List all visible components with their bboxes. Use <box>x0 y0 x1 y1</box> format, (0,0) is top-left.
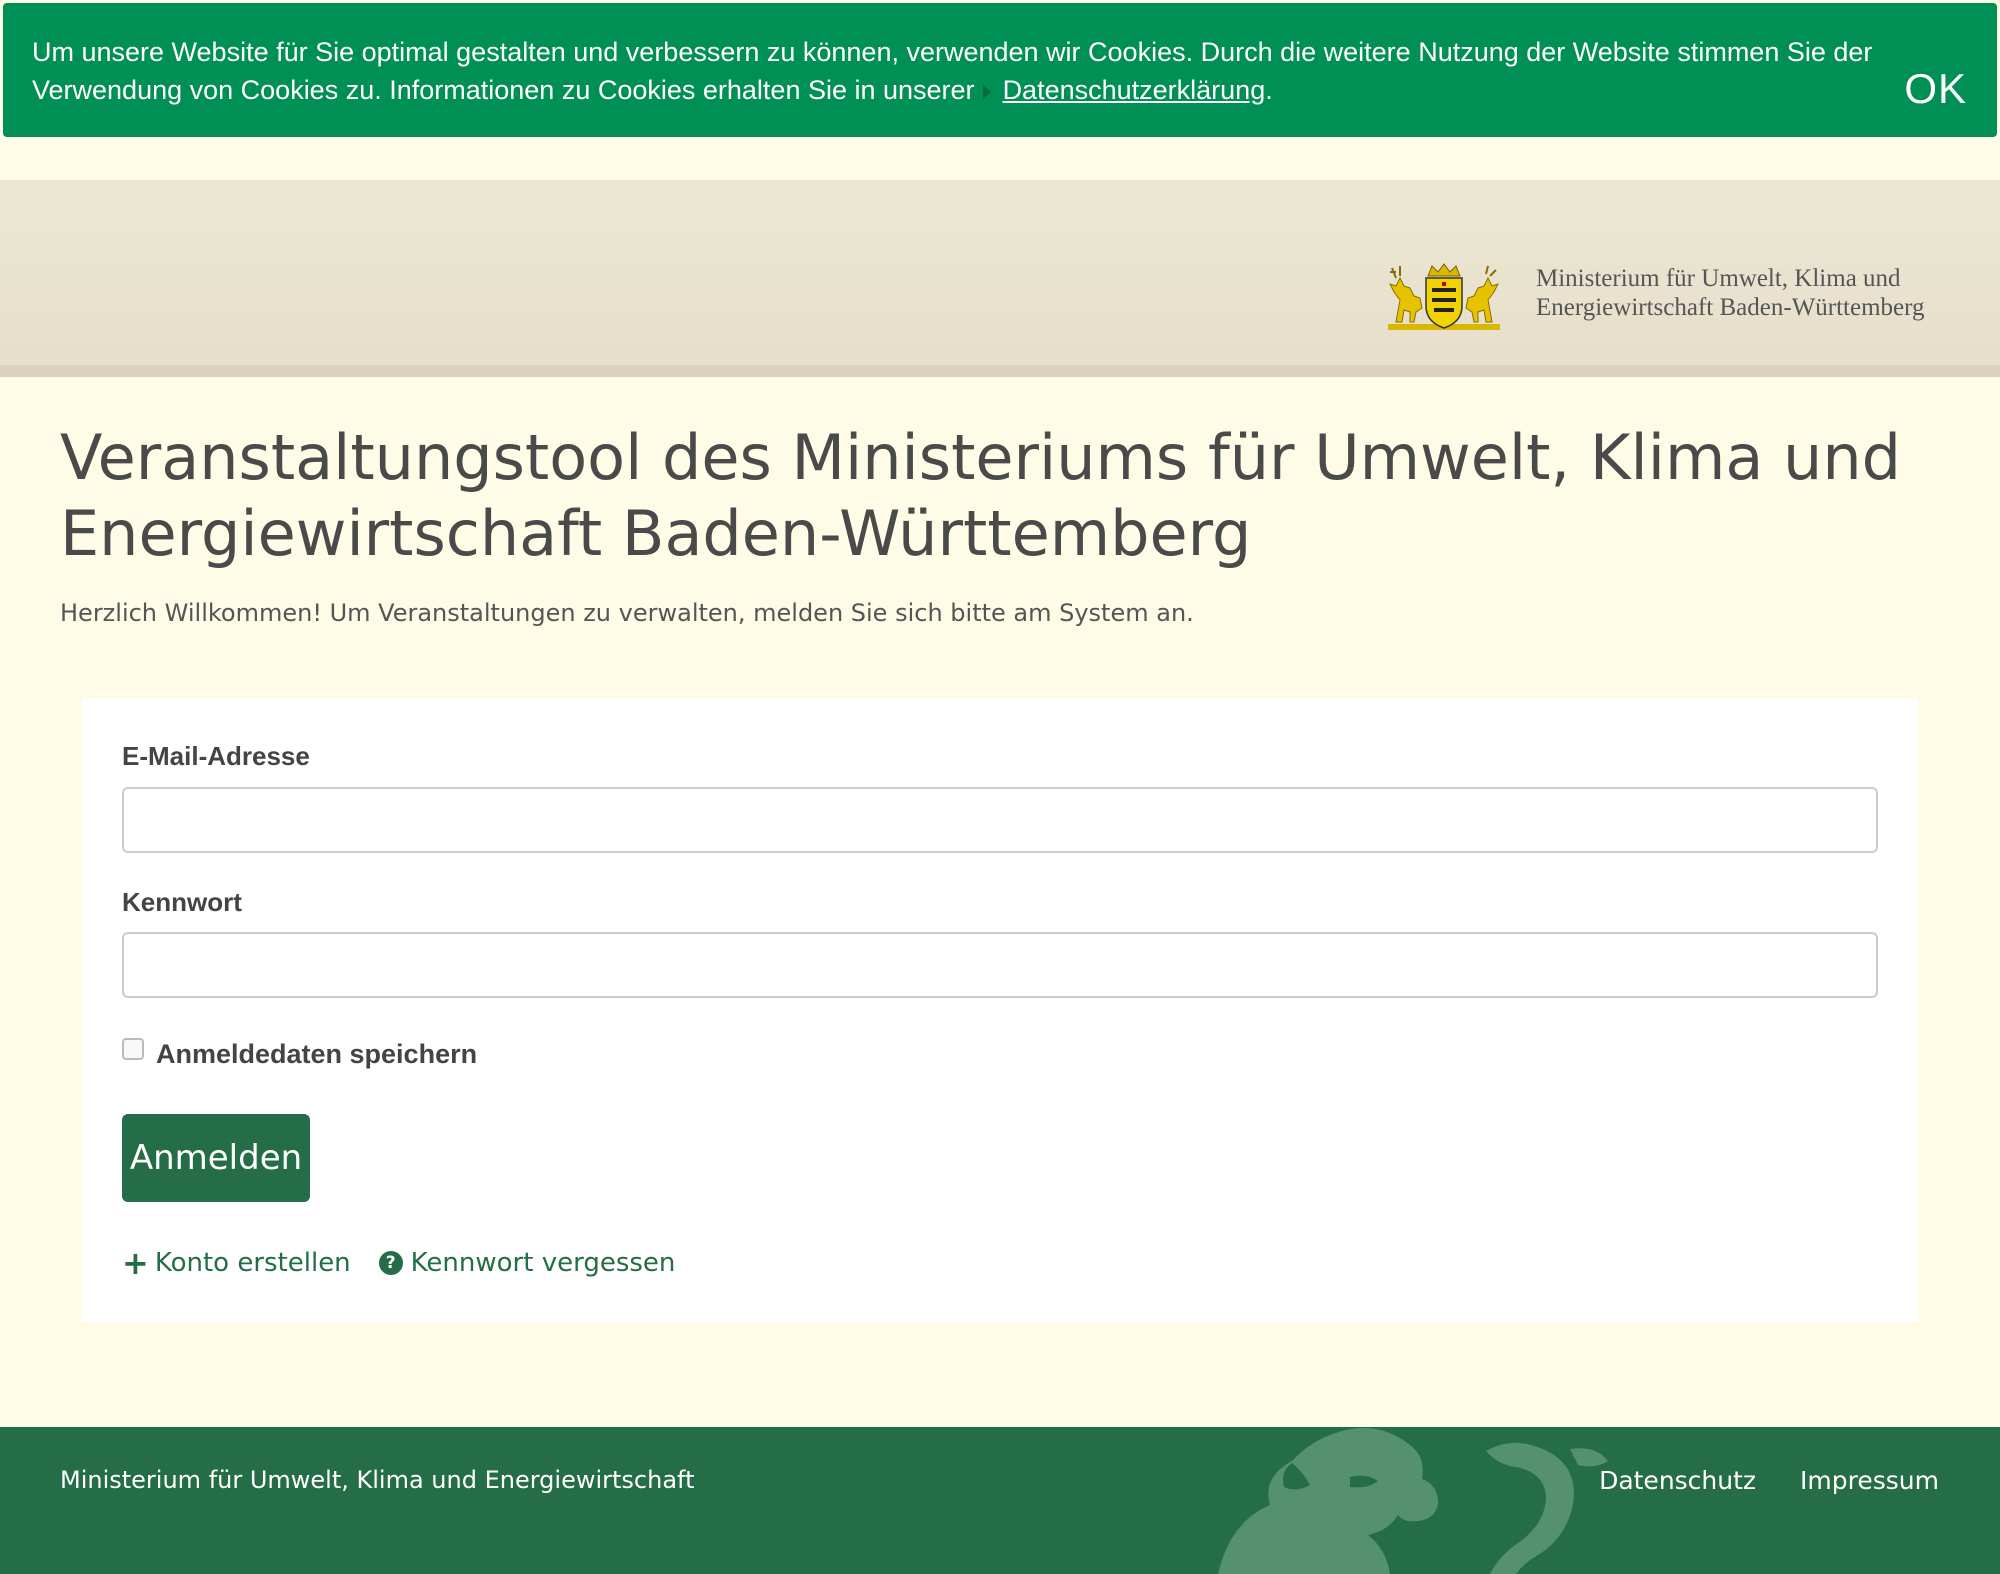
forgot-password-link[interactable]: ? Kennwort vergessen <box>351 1248 676 1278</box>
password-field[interactable] <box>122 932 1878 998</box>
footer-ministry-name: Ministerium für Umwelt, Klima und Energi… <box>60 1466 695 1494</box>
create-account-label[interactable]: Konto erstellen <box>155 1248 351 1278</box>
create-account-link[interactable]: + Konto erstellen <box>122 1247 351 1279</box>
footer-link-impressum[interactable]: Impressum <box>1800 1466 1939 1495</box>
cookie-notice-text: Um unsere Website für Sie optimal gestal… <box>32 33 1892 109</box>
remember-me-checkbox[interactable] <box>122 1037 144 1060</box>
arrow-right-icon <box>982 84 991 99</box>
privacy-policy-link[interactable]: Datenschutzerklärung <box>1003 75 1266 105</box>
forgot-password-label[interactable]: Kennwort vergessen <box>411 1248 676 1278</box>
account-links: + Konto erstellen ? Kennwort vergessen <box>122 1247 675 1279</box>
site-footer: Ministerium für Umwelt, Klima und Energi… <box>0 1427 2000 1574</box>
footer-links: Datenschutz Impressum <box>1555 1466 1939 1495</box>
footer-link-datenschutz[interactable]: Datenschutz <box>1599 1466 1756 1495</box>
login-button[interactable]: Anmelden <box>122 1114 310 1202</box>
cookie-ok-button[interactable]: OK <box>1904 65 1967 113</box>
ministry-logo-line-1: Ministerium für Umwelt, Klima und <box>1536 265 1901 292</box>
plus-icon: + <box>122 1244 149 1282</box>
lion-icon <box>1218 1428 1608 1574</box>
ministry-logo-text: Ministerium für Umwelt, Klima und Energi… <box>1536 264 1925 322</box>
question-circle-icon: ? <box>378 1251 403 1275</box>
cookie-message-suffix: . <box>1265 75 1273 105</box>
site-header: Ministerium für Umwelt, Klima und Energi… <box>0 180 2000 377</box>
password-label: Kennwort <box>122 887 242 917</box>
ministry-logo-line-2: Energiewirtschaft Baden-Württemberg <box>1536 294 1925 321</box>
email-field[interactable] <box>122 787 1878 853</box>
cookie-banner: Um unsere Website für Sie optimal gestal… <box>3 3 1997 137</box>
login-panel: E-Mail-Adresse Kennwort Anmeldedaten spe… <box>82 699 1918 1322</box>
cookie-message: Um unsere Website für Sie optimal gestal… <box>32 37 1873 105</box>
remember-me-row[interactable]: Anmeldedaten speichern <box>122 1037 477 1070</box>
email-label: E-Mail-Adresse <box>122 741 310 771</box>
remember-me-label[interactable]: Anmeldedaten speichern <box>156 1039 477 1070</box>
coat-of-arms-icon <box>1388 263 1500 330</box>
page-title: Veranstaltungstool des Ministeriums für … <box>60 421 1901 570</box>
welcome-text: Herzlich Willkommen! Um Veranstaltungen … <box>60 599 1194 627</box>
